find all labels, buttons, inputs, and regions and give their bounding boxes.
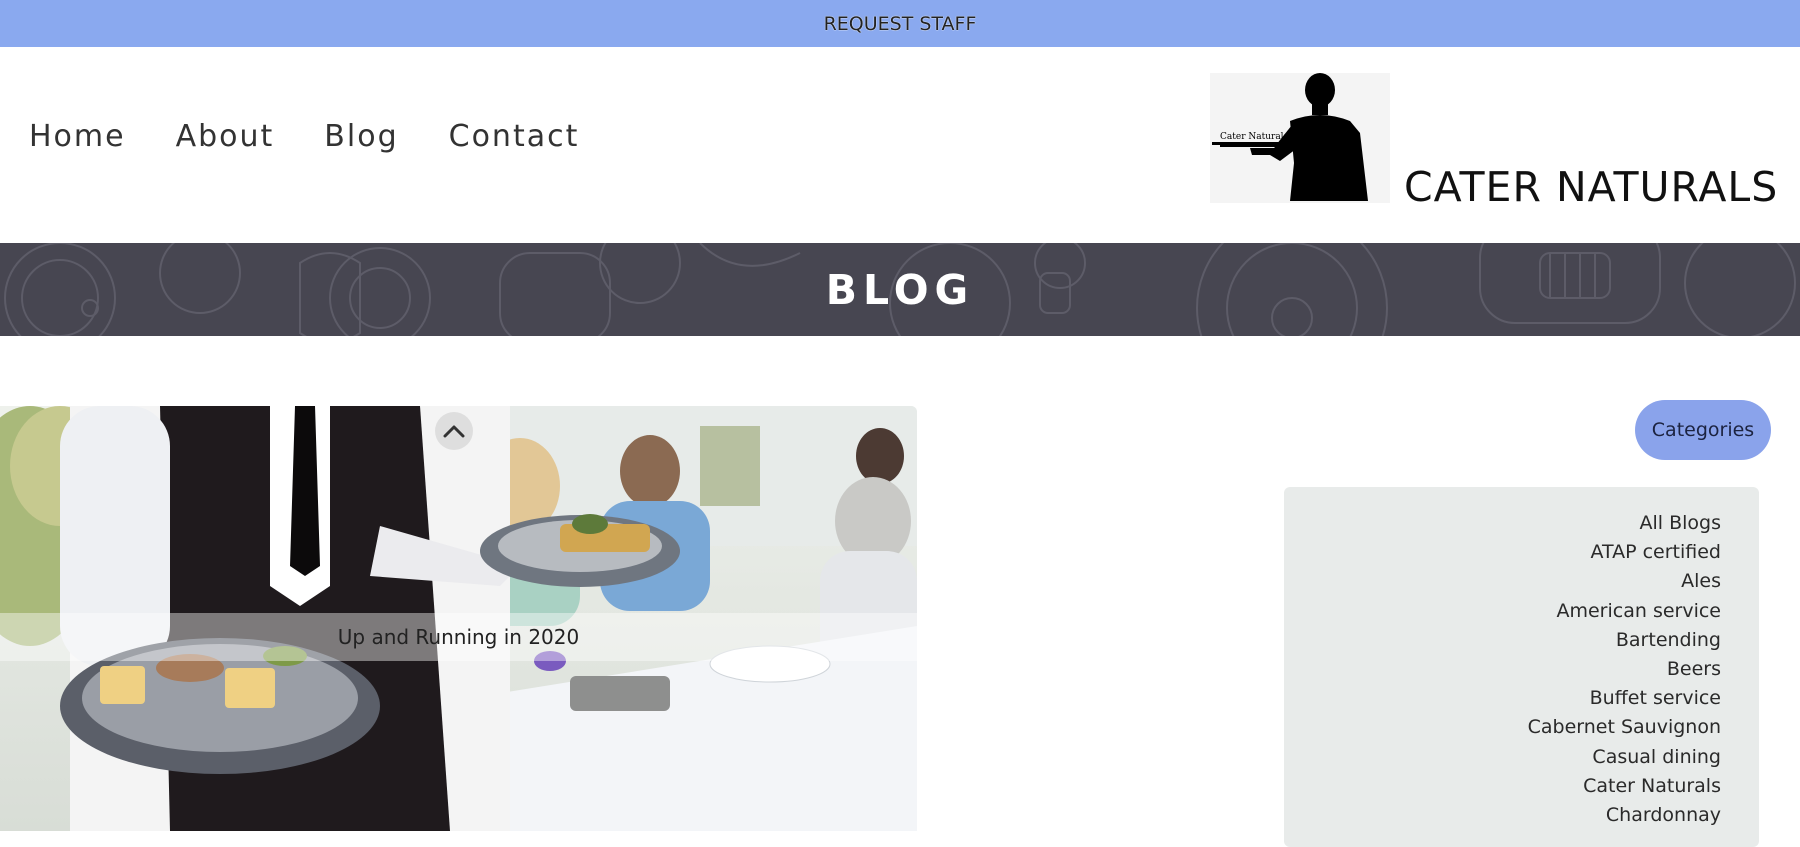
request-staff-bar: REQUEST STAFF — [0, 0, 1800, 47]
category-link[interactable]: ATAP certified — [1590, 541, 1721, 563]
list-item[interactable]: Beers — [1284, 655, 1721, 684]
request-staff-link[interactable]: REQUEST STAFF — [824, 13, 977, 35]
page-title: BLOG — [825, 265, 975, 314]
nav-home[interactable]: Home — [29, 119, 126, 154]
chevron-up-icon — [443, 425, 465, 438]
nav-blog[interactable]: Blog — [324, 119, 398, 154]
site-header: Home About Blog Contact Cater Naturals C… — [0, 47, 1800, 243]
list-item[interactable]: American service — [1284, 597, 1721, 626]
category-link[interactable]: Buffet service — [1590, 687, 1721, 709]
category-link[interactable]: All Blogs — [1640, 512, 1722, 534]
list-item[interactable]: Cater Naturals — [1284, 772, 1721, 801]
category-link[interactable]: Beers — [1667, 658, 1721, 680]
logo-tray-text: Cater Naturals — [1220, 132, 1289, 142]
category-link[interactable]: Chardonnay — [1606, 804, 1721, 826]
nav-contact[interactable]: Contact — [449, 119, 580, 154]
category-link[interactable]: Bartending — [1616, 629, 1721, 651]
category-link[interactable]: Cabernet Sauvignon — [1528, 716, 1721, 738]
list-item[interactable]: Cabernet Sauvignon — [1284, 713, 1721, 742]
category-link[interactable]: Casual dining — [1592, 746, 1721, 768]
list-item[interactable]: Casual dining — [1284, 743, 1721, 772]
scroll-up-button[interactable] — [435, 412, 473, 450]
list-item[interactable]: Buffet service — [1284, 684, 1721, 713]
list-item[interactable]: ATAP certified — [1284, 538, 1721, 567]
blog-banner: BLOG — [0, 243, 1800, 336]
categories-button[interactable]: Categories — [1635, 400, 1771, 460]
category-link[interactable]: Cater Naturals — [1583, 775, 1721, 797]
category-link[interactable]: American service — [1556, 600, 1721, 622]
brand-name: CATER NATURALS — [1404, 163, 1779, 211]
nav-about[interactable]: About — [176, 119, 275, 154]
logo-image[interactable]: Cater Naturals — [1210, 73, 1390, 203]
list-item[interactable]: Chardonnay — [1284, 801, 1721, 830]
blog-post-card[interactable]: Up and Running in 2020 — [0, 406, 917, 831]
list-item[interactable]: All Blogs — [1284, 509, 1722, 538]
categories-list: All Blogs ATAP certified Ales American s… — [1284, 487, 1759, 847]
list-item[interactable]: Bartending — [1284, 626, 1721, 655]
post-title[interactable]: Up and Running in 2020 — [0, 613, 917, 661]
main-nav: Home About Blog Contact — [29, 119, 629, 154]
category-link[interactable]: Ales — [1681, 570, 1721, 592]
list-item[interactable]: Ales — [1284, 567, 1721, 596]
